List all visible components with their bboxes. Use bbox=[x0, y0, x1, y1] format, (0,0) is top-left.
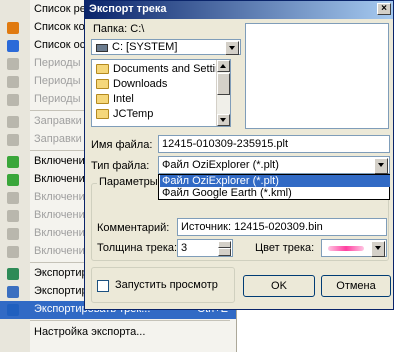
export-track-dialog: Экспорт трека × Папка: C:\ C: [SYSTEM] D… bbox=[84, 0, 394, 310]
track-color-select[interactable] bbox=[321, 239, 387, 257]
menu-separator bbox=[30, 320, 230, 321]
filetype-option-plt[interactable]: Файл OziExplorer (*.plt) bbox=[160, 175, 390, 187]
menu-item-label: Включение bbox=[34, 191, 91, 203]
menu-item-label: Включение bbox=[34, 245, 91, 257]
menu-item-label: Список кон bbox=[34, 21, 91, 33]
menu-item-label: Список ост bbox=[34, 39, 91, 51]
color-swatch bbox=[328, 246, 364, 251]
filename-input[interactable]: 12415-010309-235915.plt bbox=[158, 135, 390, 153]
menu-item-icon bbox=[7, 210, 19, 222]
menu-item-icon bbox=[7, 156, 19, 168]
menu-item-label: Включение bbox=[34, 155, 91, 167]
folder-scrollbar[interactable] bbox=[216, 60, 230, 126]
filetype-dropdown-button[interactable] bbox=[374, 158, 388, 174]
drive-icon bbox=[96, 44, 108, 52]
drive-dropdown-button[interactable] bbox=[225, 41, 239, 55]
drive-value: C: [SYSTEM] bbox=[112, 41, 178, 53]
filetype-dropdown-list: Файл OziExplorer (*.plt) Файл Google Ear… bbox=[158, 174, 390, 200]
folder-path: C:\ bbox=[130, 23, 145, 35]
thickness-label: Толщина трека: bbox=[97, 242, 178, 254]
menu-item-label: Включение bbox=[34, 209, 91, 221]
menu-item-label: Заправки и bbox=[34, 133, 91, 145]
filetype-option-kml[interactable]: Файл Google Earth (*.kml) bbox=[160, 187, 390, 199]
list-icon bbox=[7, 4, 19, 16]
ok-button[interactable]: OK bbox=[243, 275, 315, 297]
filetype-label: Тип файла: bbox=[91, 160, 150, 172]
menu-item-icon bbox=[7, 76, 19, 88]
color-dropdown-button[interactable] bbox=[371, 241, 385, 257]
launch-checkbox[interactable] bbox=[97, 280, 109, 292]
menu-item-label: Включение bbox=[34, 227, 91, 239]
title-bar: Экспорт трека × bbox=[85, 1, 393, 19]
drive-select[interactable]: C: [SYSTEM] bbox=[91, 39, 241, 55]
filetype-select[interactable]: Файл OziExplorer (*.plt) bbox=[158, 156, 390, 174]
menu-item-label: Заправки и bbox=[34, 115, 91, 127]
folder-label: Папка: C:\ bbox=[93, 23, 145, 35]
list-c-icon bbox=[7, 22, 19, 34]
menu-item-icon bbox=[7, 246, 19, 258]
menu-item-icon bbox=[7, 94, 19, 106]
thickness-value: 3 bbox=[181, 242, 188, 254]
comment-label: Комментарий: bbox=[97, 222, 170, 234]
spin-up-button[interactable] bbox=[218, 241, 231, 248]
menu-item-icon bbox=[7, 174, 19, 186]
color-label: Цвет трека: bbox=[255, 242, 315, 254]
filetype-value: Файл OziExplorer (*.plt) bbox=[162, 159, 279, 171]
spin-down-button[interactable] bbox=[218, 248, 231, 256]
dialog-title: Экспорт трека bbox=[89, 3, 167, 15]
menu-item-label: Экспортир bbox=[34, 267, 88, 279]
menu-item-label: Периоды п bbox=[34, 93, 90, 105]
menu-item-label: Включение bbox=[34, 173, 91, 185]
comment-input[interactable]: Источник: 12415-020309.bin bbox=[177, 218, 387, 236]
preview-pane bbox=[245, 23, 389, 129]
menu-item-icon bbox=[7, 304, 19, 316]
folder-icon bbox=[96, 79, 109, 89]
menu-item-label: Периоды п bbox=[34, 75, 90, 87]
menu-item-icon bbox=[7, 268, 19, 280]
menu-item-label: Настройка экспорта... bbox=[34, 326, 146, 338]
scroll-down-button[interactable] bbox=[217, 114, 230, 126]
filename-value: 12415-010309-235915.plt bbox=[162, 138, 289, 150]
menu-item-icon bbox=[7, 192, 19, 204]
menu-item-icon bbox=[7, 286, 19, 298]
menu-item-icon bbox=[7, 228, 19, 240]
menu-item-label: Экспортир bbox=[34, 285, 88, 297]
menu-item-label: Периоды о bbox=[34, 57, 90, 69]
thickness-spinner[interactable]: 3 bbox=[177, 239, 233, 257]
menu-item[interactable]: Настройка экспорта... bbox=[0, 324, 236, 342]
list-p-icon bbox=[7, 40, 19, 52]
folder-icon bbox=[96, 64, 109, 74]
scroll-thumb[interactable] bbox=[217, 73, 230, 95]
menu-item-icon bbox=[7, 116, 19, 128]
menu-item-icon bbox=[7, 58, 19, 70]
close-button[interactable]: × bbox=[377, 3, 391, 15]
scroll-up-button[interactable] bbox=[217, 60, 230, 72]
menu-item-icon bbox=[7, 327, 19, 339]
folder-icon bbox=[96, 109, 109, 119]
launch-label: Запустить просмотр bbox=[115, 279, 218, 291]
folder-list[interactable]: Documents and Settings Downloads Intel J… bbox=[91, 59, 231, 127]
filename-label: Имя файла: bbox=[91, 139, 153, 151]
menu-item-icon bbox=[7, 134, 19, 146]
cancel-button[interactable]: Отмена bbox=[321, 275, 391, 297]
folder-icon bbox=[96, 94, 109, 104]
comment-value: Источник: 12415-020309.bin bbox=[181, 221, 323, 233]
